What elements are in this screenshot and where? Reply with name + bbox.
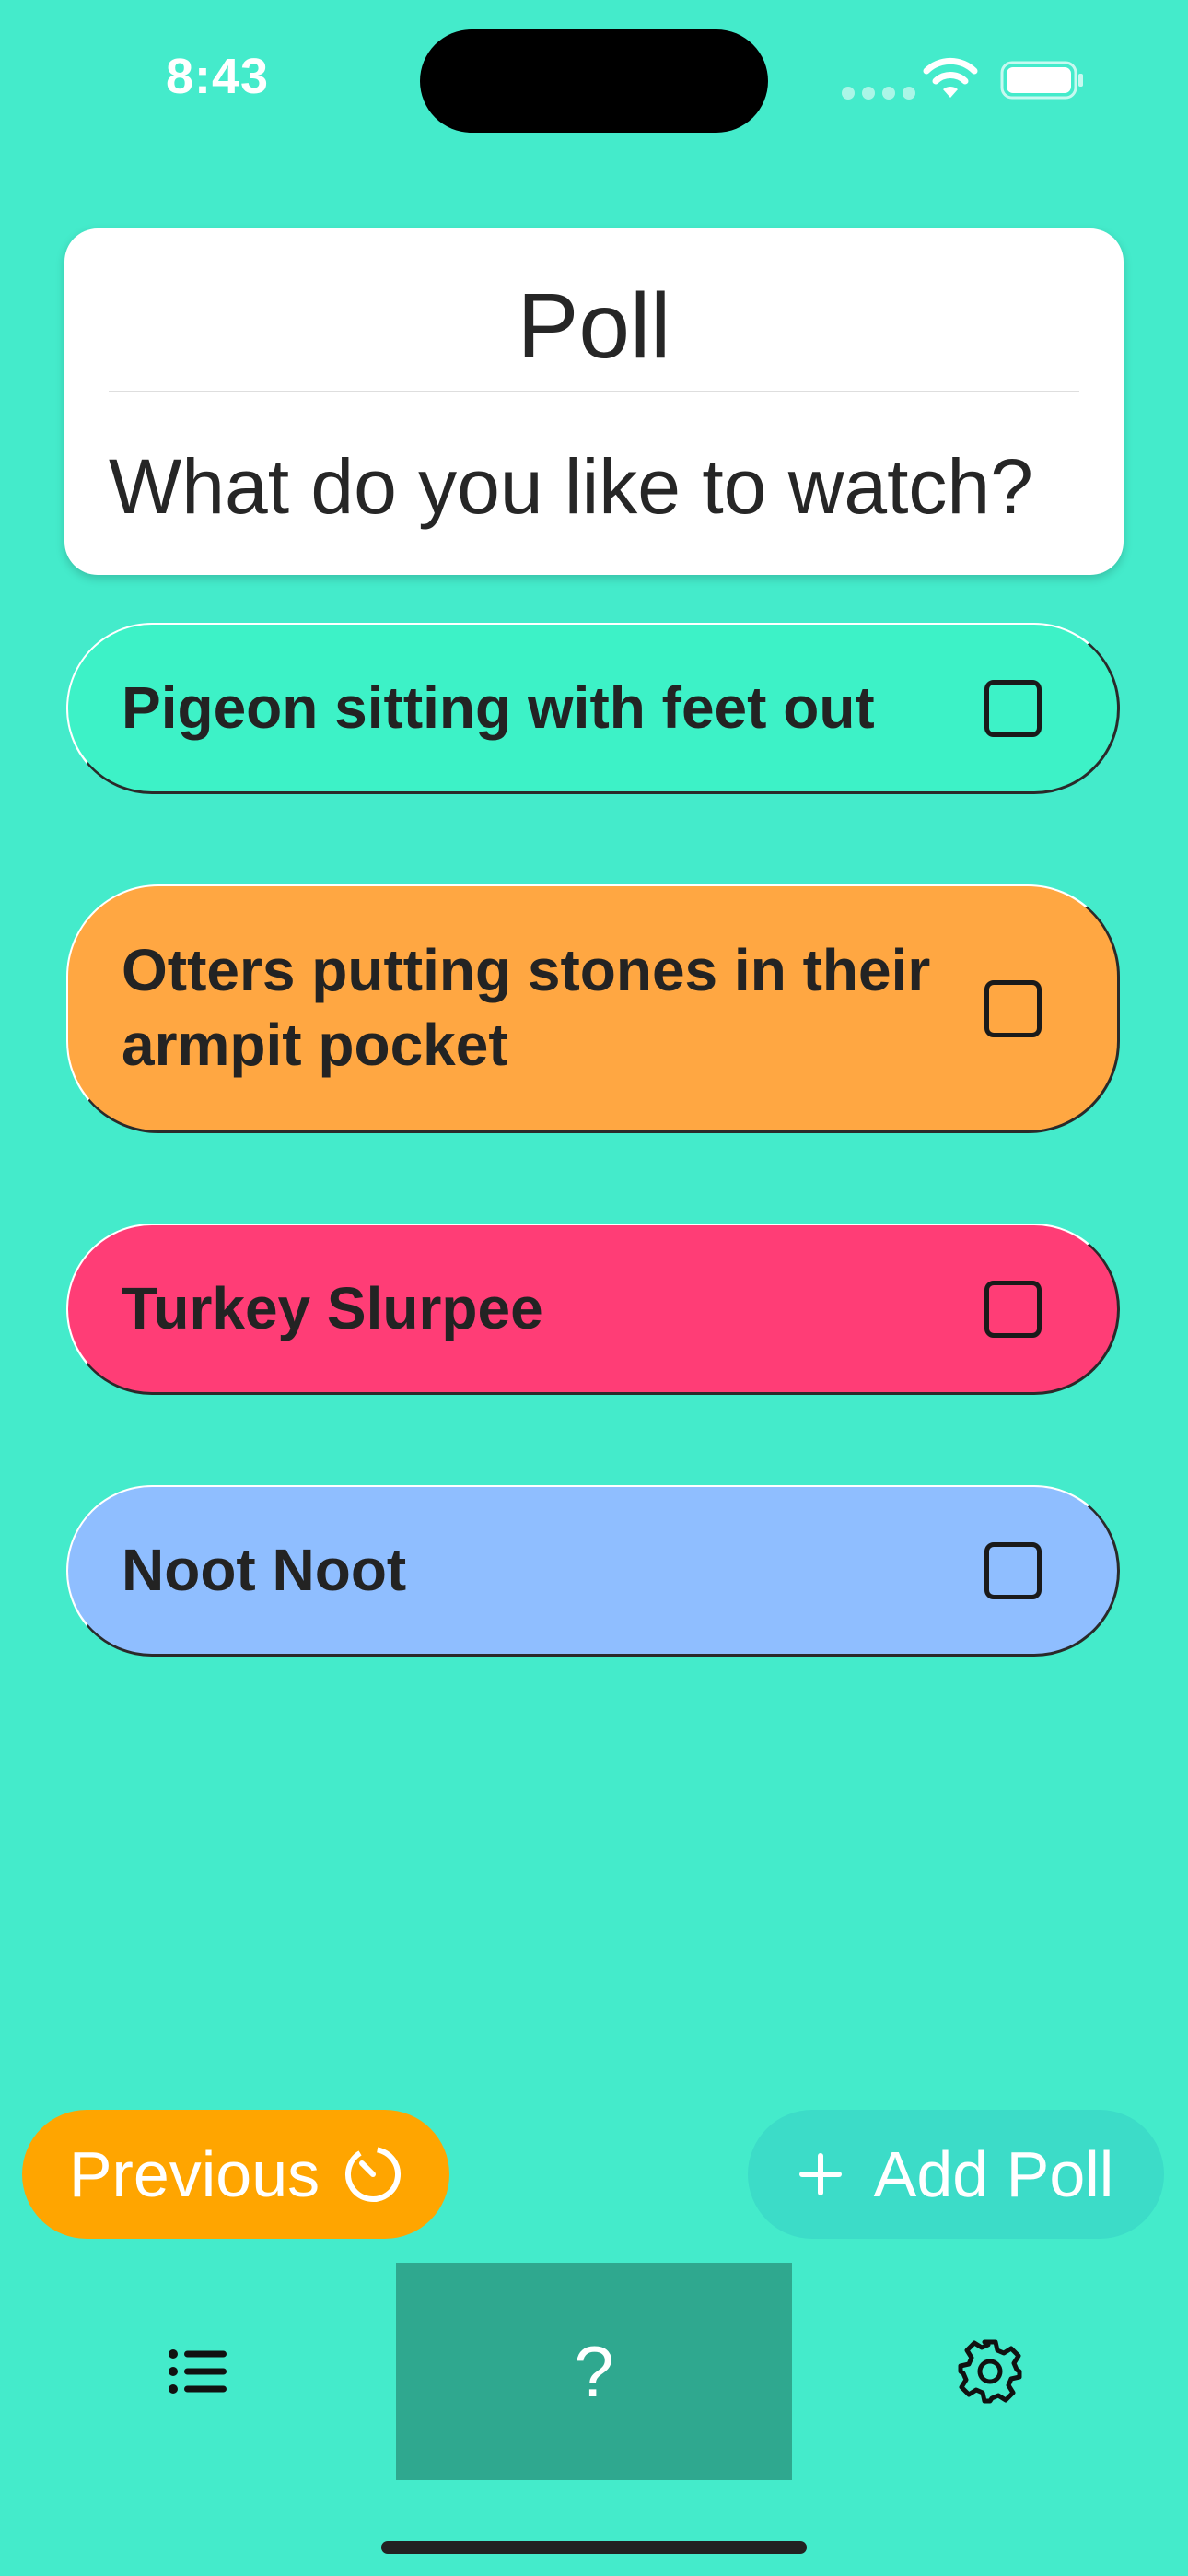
poll-option-label: Otters putting stones in their armpit po… <box>122 936 931 1079</box>
status-time: 8:43 <box>166 49 270 104</box>
battery-icon <box>1000 61 1083 100</box>
tab-list[interactable] <box>0 2263 396 2480</box>
poll-option-label: Noot Noot <box>122 1536 407 1603</box>
dynamic-island <box>420 29 768 133</box>
poll-option-label: Turkey Slurpee <box>122 1274 543 1341</box>
poll-option-noot[interactable]: Noot Noot <box>66 1485 1120 1657</box>
previous-button-label: Previous <box>68 2138 320 2210</box>
poll-option-label: Pigeon sitting with feet out <box>122 673 875 741</box>
poll-card: Poll What do you like to watch? <box>64 228 1124 575</box>
option-checkbox[interactable] <box>984 1280 1042 1338</box>
option-checkbox[interactable] <box>984 979 1042 1037</box>
list-icon <box>169 2349 227 2394</box>
poll-option-turkey[interactable]: Turkey Slurpee <box>66 1224 1120 1395</box>
plus-icon <box>798 2153 842 2195</box>
option-checkbox[interactable] <box>984 679 1042 737</box>
cellular-signal-icon <box>842 87 915 100</box>
add-poll-button-label: Add Poll <box>873 2138 1114 2210</box>
poll-divider <box>109 391 1079 392</box>
timer-icon <box>345 2147 402 2202</box>
poll-title: Poll <box>517 275 671 378</box>
wifi-icon <box>923 57 978 98</box>
poll-question: What do you like to watch? <box>109 443 1033 530</box>
poll-option-pigeon[interactable]: Pigeon sitting with feet out <box>66 623 1120 794</box>
tab-settings[interactable] <box>792 2263 1188 2480</box>
poll-option-otters[interactable]: Otters putting stones in their armpit po… <box>66 884 1120 1133</box>
home-indicator <box>381 2541 807 2554</box>
previous-button[interactable]: Previous <box>22 2110 449 2239</box>
add-poll-button[interactable]: Add Poll <box>748 2110 1164 2239</box>
question-mark-icon: ? <box>574 2330 614 2412</box>
option-checkbox[interactable] <box>984 1541 1042 1599</box>
tab-current-poll[interactable]: ? <box>396 2263 792 2480</box>
gear-icon <box>958 2339 1022 2404</box>
